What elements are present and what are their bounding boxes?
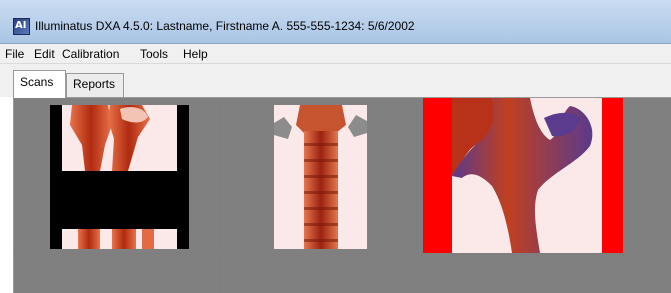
scan-cell-spine[interactable] [221, 98, 421, 253]
scan-cell-empty[interactable] [423, 255, 623, 293]
menu-bar: File Edit Calibration Tools Help [0, 44, 671, 64]
scan-grid [13, 97, 671, 293]
menu-edit[interactable]: Edit [34, 47, 55, 61]
menu-tools[interactable]: Tools [140, 47, 168, 61]
window-title: Illuminatus DXA 4.5.0: Lastname, Firstna… [35, 19, 415, 33]
scan-cell-empty[interactable] [625, 98, 671, 253]
tab-scans[interactable]: Scans [13, 70, 66, 98]
menu-help[interactable]: Help [183, 47, 208, 61]
scan-cell-empty[interactable] [221, 255, 421, 293]
scan-cell-empty[interactable] [625, 255, 671, 293]
hip-scan-thumbnail[interactable] [452, 98, 602, 253]
tab-reports[interactable]: Reports [66, 73, 124, 97]
forearm-scan-thumbnail[interactable] [50, 105, 189, 249]
spine-scan-thumbnail[interactable] [274, 105, 367, 249]
app-icon: AI [13, 18, 30, 35]
title-bar: AI Illuminatus DXA 4.5.0: Lastname, Firs… [0, 0, 671, 44]
menu-file[interactable]: File [5, 47, 24, 61]
scan-cell-empty[interactable] [14, 255, 219, 293]
menu-calibration[interactable]: Calibration [62, 47, 119, 61]
scan-cell-forearm[interactable] [14, 98, 219, 253]
scan-cell-hip[interactable] [423, 98, 623, 253]
tab-strip: Scans Reports [0, 64, 671, 98]
